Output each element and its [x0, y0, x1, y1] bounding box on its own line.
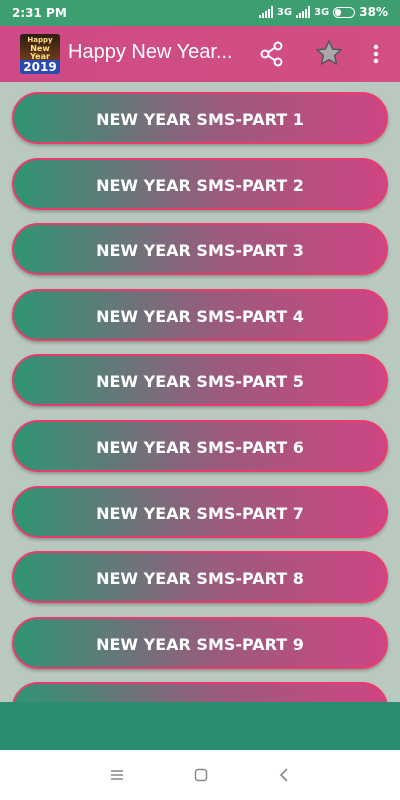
- status-icons: 3G 3G 38%: [258, 5, 388, 19]
- list-item[interactable]: NEW YEAR SMS-PART 1: [12, 92, 388, 144]
- star-icon[interactable]: [314, 38, 344, 68]
- bottom-banner: [0, 702, 400, 750]
- signal-icon: [296, 6, 311, 18]
- share-icon[interactable]: [258, 40, 286, 68]
- logo-line2: New Year: [30, 44, 50, 61]
- sms-part-list[interactable]: NEW YEAR SMS-PART 1 NEW YEAR SMS-PART 2 …: [0, 82, 400, 702]
- system-nav-bar: [0, 750, 400, 800]
- app-bar: Happy New Year 2019 Happy New Year...: [0, 26, 400, 82]
- list-item[interactable]: NEW YEAR SMS-PART 2: [12, 158, 388, 210]
- signal-icon: [258, 6, 273, 18]
- list-item[interactable]: NEW YEAR SMS-PART 6: [12, 420, 388, 472]
- logo-year: 2019: [20, 60, 60, 74]
- status-time: 2:31 PM: [12, 6, 67, 20]
- list-item[interactable]: NEW YEAR SMS-PART 4: [12, 289, 388, 341]
- list-item[interactable]: [12, 682, 388, 702]
- list-item[interactable]: NEW YEAR SMS-PART 8: [12, 551, 388, 603]
- app-title: Happy New Year...: [68, 41, 233, 63]
- list-item[interactable]: NEW YEAR SMS-PART 7: [12, 486, 388, 538]
- network-type-label: 3G: [314, 6, 330, 18]
- battery-fill: [335, 8, 342, 16]
- back-icon[interactable]: [278, 767, 290, 783]
- home-icon[interactable]: [194, 768, 208, 782]
- overflow-menu-icon[interactable]: [366, 40, 386, 68]
- list-item[interactable]: NEW YEAR SMS-PART 9: [12, 617, 388, 669]
- network-type-label: 3G: [276, 6, 293, 18]
- battery-icon: [333, 6, 356, 18]
- list-item[interactable]: NEW YEAR SMS-PART 5: [12, 354, 388, 406]
- battery-percent: 38%: [359, 5, 388, 19]
- list-item[interactable]: NEW YEAR SMS-PART 3: [12, 223, 388, 275]
- menu-icon[interactable]: [110, 768, 124, 782]
- status-bar: 2:31 PM 3G 3G 38%: [0, 0, 400, 26]
- logo-line1: Happy: [27, 36, 53, 44]
- app-logo: Happy New Year 2019: [20, 34, 60, 74]
